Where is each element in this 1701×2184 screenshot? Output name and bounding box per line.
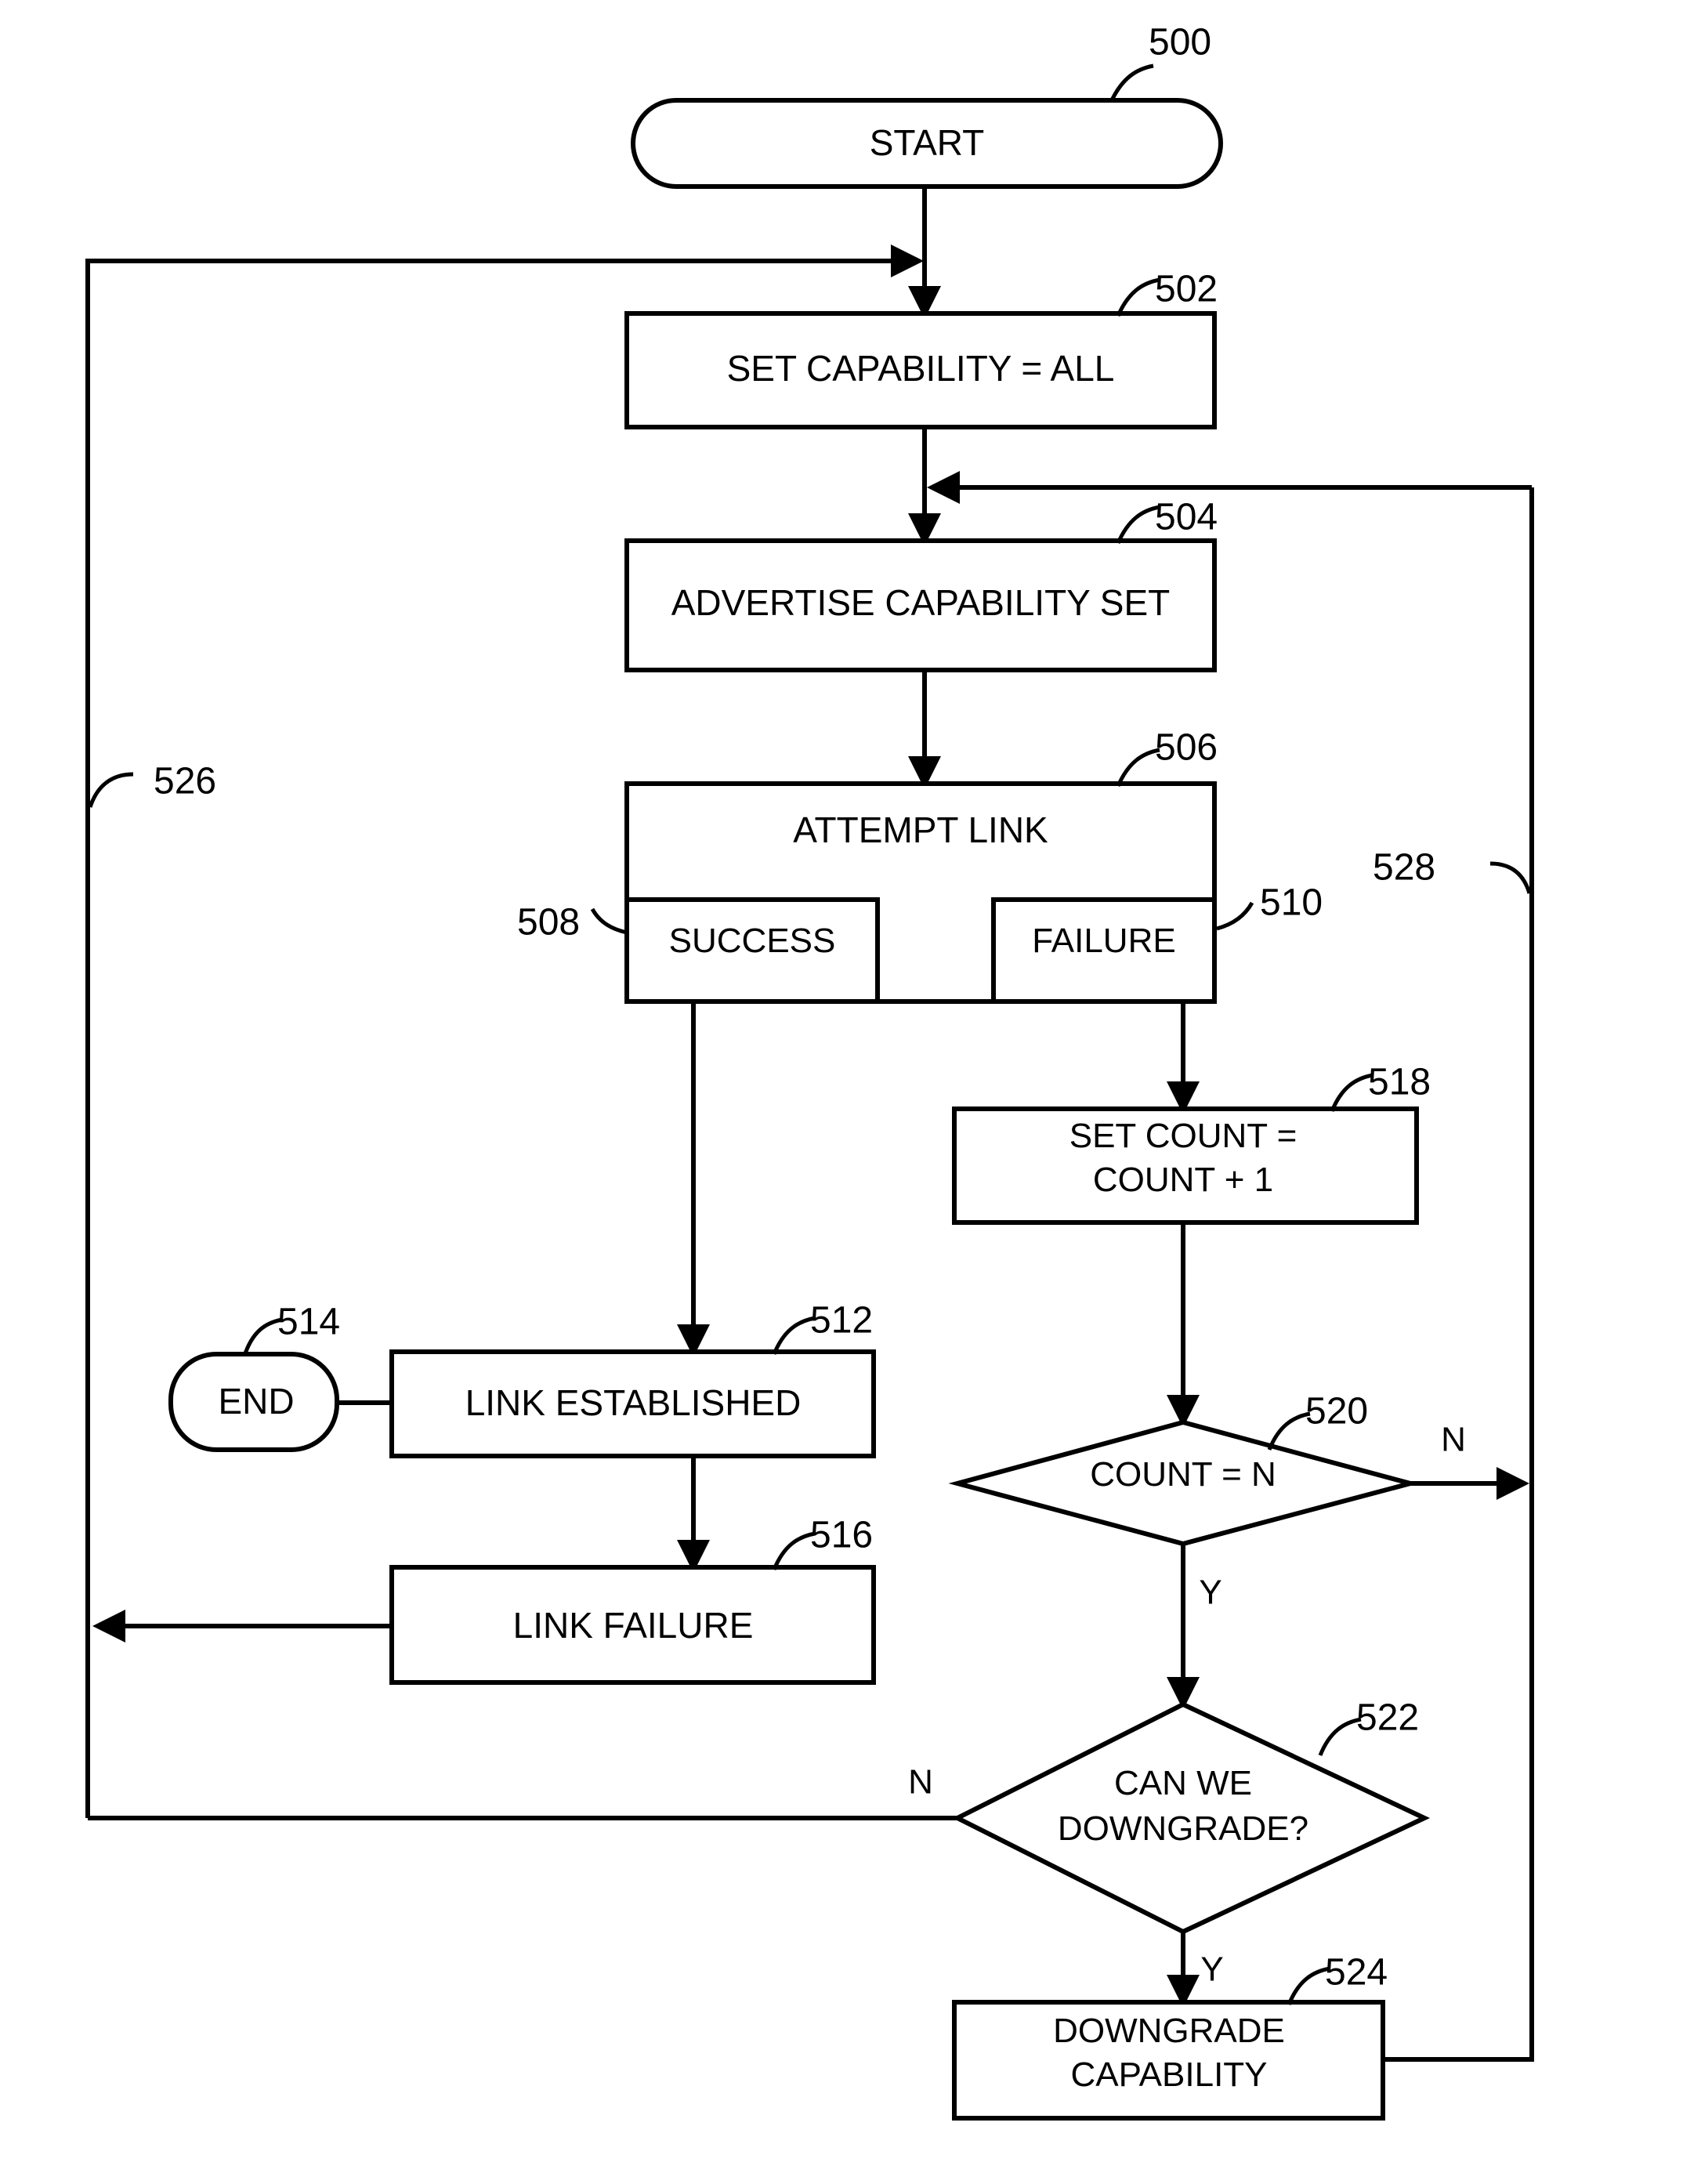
node-set-count-label-line2: COUNT + 1: [1093, 1161, 1273, 1199]
node-downgrade-label-line2: CAPABILITY: [1070, 2055, 1267, 2094]
ref-label-526: 526: [154, 761, 216, 802]
node-count-eq-n-label: COUNT = N: [1090, 1455, 1276, 1494]
node-set-capability-label: SET CAPABILITY = ALL: [727, 348, 1115, 389]
leader-528: [1489, 861, 1532, 894]
ref-label-500: 500: [1149, 22, 1211, 63]
ref-label-508: 508: [517, 902, 580, 944]
ref-label-514: 514: [277, 1302, 340, 1343]
leader-510: [1216, 901, 1254, 931]
node-can-downgrade-label-line1: CAN WE: [1114, 1764, 1252, 1802]
leader-520: [1267, 1411, 1311, 1451]
leader-508: [590, 907, 628, 935]
leader-512: [772, 1316, 816, 1355]
ref-label-528: 528: [1373, 847, 1435, 889]
branch-label-count-eq-n-no: N: [1441, 1421, 1466, 1459]
branch-label-can-downgrade-no: N: [908, 1763, 933, 1802]
node-end-label: END: [218, 1381, 294, 1422]
leader-506: [1116, 748, 1160, 787]
node-link-failure-label: LINK FAILURE: [513, 1605, 754, 1646]
leader-526: [88, 772, 134, 808]
ref-label-504: 504: [1155, 497, 1218, 538]
leader-502: [1116, 277, 1160, 317]
flowchart-page: START SET CAPABILITY = ALL ADVERTISE CAP…: [0, 0, 1701, 2184]
ref-label-512: 512: [810, 1300, 873, 1342]
node-link-established-label: LINK ESTABLISHED: [465, 1382, 802, 1423]
node-advertise-label: ADVERTISE CAPABILITY SET: [671, 582, 1171, 623]
ref-label-520: 520: [1305, 1391, 1368, 1432]
leader-518: [1330, 1073, 1373, 1112]
ref-label-510: 510: [1260, 882, 1323, 924]
node-failure-label: FAILURE: [1032, 922, 1175, 960]
branch-label-can-downgrade-yes: Y: [1200, 1950, 1223, 1989]
node-attempt-link-label: ATTEMPT LINK: [793, 809, 1048, 850]
branch-label-count-eq-n-yes: Y: [1199, 1574, 1221, 1612]
node-success-label: SUCCESS: [669, 922, 836, 960]
leader-522: [1318, 1717, 1362, 1756]
leader-514: [242, 1317, 283, 1356]
leader-500: [1109, 63, 1154, 103]
flowchart-canvas: START SET CAPABILITY = ALL ADVERTISE CAP…: [85, 22, 1534, 2121]
leader-524: [1287, 1966, 1330, 2005]
node-start-label: START: [870, 122, 985, 163]
ref-label-516: 516: [810, 1515, 873, 1556]
ref-label-502: 502: [1155, 269, 1218, 310]
ref-label-522: 522: [1356, 1697, 1419, 1739]
leader-516: [772, 1531, 816, 1570]
ref-label-518: 518: [1368, 1062, 1431, 1103]
ref-label-524: 524: [1325, 1952, 1388, 1994]
node-set-count-label-line1: SET COUNT =: [1069, 1117, 1297, 1155]
node-downgrade-label-line1: DOWNGRADE: [1053, 2012, 1285, 2050]
leader-504: [1116, 505, 1160, 544]
node-can-downgrade-label-line2: DOWNGRADE?: [1058, 1809, 1308, 1848]
ref-label-506: 506: [1155, 727, 1218, 769]
